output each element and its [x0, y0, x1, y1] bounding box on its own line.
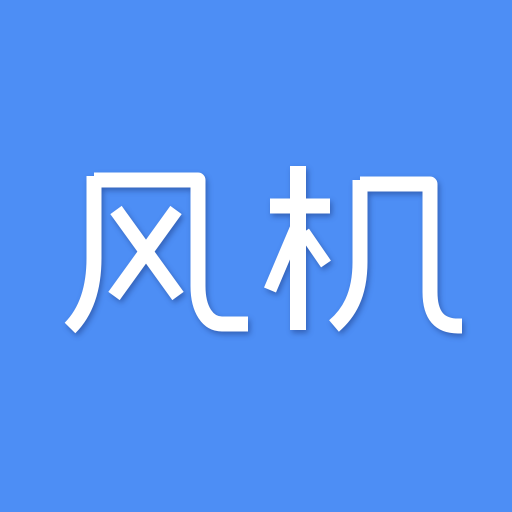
logo-glyph-ji — [264, 166, 466, 334]
logo-glyph-feng — [64, 172, 248, 334]
app-icon[interactable] — [0, 0, 512, 512]
app-logo-wordmark — [64, 166, 466, 334]
